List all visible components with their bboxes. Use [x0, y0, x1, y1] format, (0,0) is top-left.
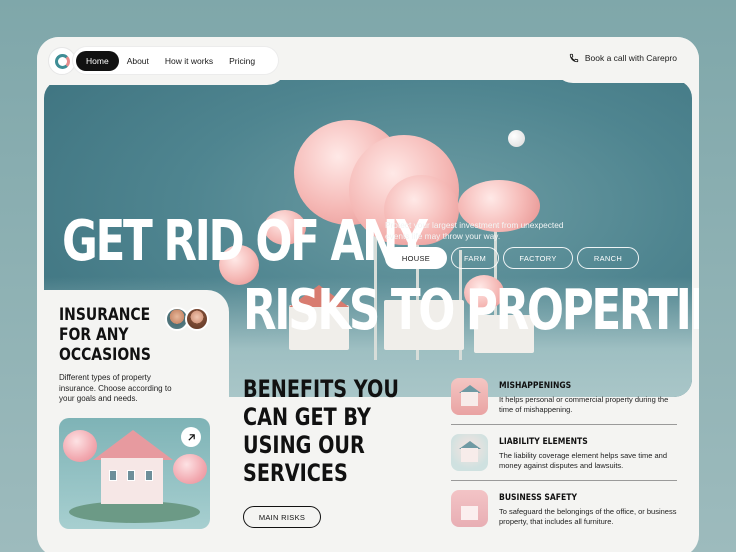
- book-call-label: Book a call with Carepro: [584, 53, 677, 63]
- logo-mark: [54, 53, 70, 69]
- feature-item: LIABILITY ELEMENTS The liability coverag…: [451, 434, 677, 474]
- logo-icon[interactable]: [48, 47, 76, 75]
- book-call-link[interactable]: Book a call with Carepro: [569, 53, 677, 63]
- feature-title: BUSINESS SAFETY: [499, 493, 578, 503]
- insurance-title: INSURANCE FOR ANY OCCASIONS: [59, 305, 151, 365]
- house-window: [109, 470, 117, 481]
- tab-farm[interactable]: FARM: [451, 247, 499, 269]
- feature-text: It helps personal or commercial property…: [499, 395, 669, 414]
- page-card: Home About How it works Pricing Book a c…: [37, 37, 699, 552]
- nav-item-home[interactable]: Home: [76, 50, 119, 71]
- feature-item: MISHAPPENINGS It helps personal or comme…: [451, 378, 677, 418]
- house-window: [127, 470, 135, 481]
- house-roof: [93, 430, 173, 460]
- feature-title: MISHAPPENINGS: [499, 381, 572, 391]
- nav-item-pricing[interactable]: Pricing: [221, 51, 263, 71]
- feature-text: To safeguard the belongings of the offic…: [499, 507, 677, 526]
- divider: [451, 424, 677, 425]
- property-tabs: HOUSE FARM FACTORY RANCH: [385, 247, 639, 269]
- arrow-glyph: [187, 433, 195, 441]
- house-image-card[interactable]: [59, 418, 210, 529]
- feature-thumbnail: [451, 490, 488, 527]
- avatar: [185, 307, 209, 331]
- thumb-furniture: [461, 506, 478, 520]
- nav-item-about[interactable]: About: [119, 51, 157, 71]
- tree-canopy: [63, 430, 97, 462]
- hero-headline-line2: RISKS TO PROPERTIES: [243, 278, 699, 343]
- benefits-title: BENEFITS YOU CAN GET BY USING OUR SERVIC…: [243, 375, 399, 487]
- main-risks-button[interactable]: MAIN RISKS: [243, 506, 321, 528]
- thumb-house: [461, 392, 478, 406]
- tab-house[interactable]: HOUSE: [385, 247, 447, 269]
- insurance-text: Different types of property insurance. C…: [59, 373, 172, 403]
- floating-sphere: [508, 130, 525, 147]
- arrow-up-right-icon[interactable]: [181, 427, 201, 447]
- feature-thumbnail: [451, 434, 488, 471]
- feature-thumbnail: [451, 378, 488, 415]
- nav-item-how-it-works[interactable]: How it works: [157, 51, 221, 71]
- main-nav: Home About How it works Pricing: [73, 47, 278, 74]
- avatar-group: [165, 307, 209, 331]
- feature-text: The liability coverage element helps sav…: [499, 451, 668, 470]
- feature-title: LIABILITY ELEMENTS: [499, 437, 588, 447]
- house-window: [145, 470, 153, 481]
- feature-item: BUSINESS SAFETY To safeguard the belongi…: [451, 490, 677, 530]
- divider: [451, 480, 677, 481]
- hero-subtitle: Protect your largest investment from une…: [385, 220, 564, 241]
- house-ground: [69, 501, 200, 523]
- phone-icon: [569, 53, 579, 63]
- house-body: [101, 458, 163, 504]
- tab-ranch[interactable]: RANCH: [577, 247, 639, 269]
- tree-canopy: [173, 454, 207, 484]
- hero-headline-line1: GET RID OF ANY: [62, 209, 428, 274]
- tab-factory[interactable]: FACTORY: [503, 247, 573, 269]
- thumb-house: [461, 448, 478, 462]
